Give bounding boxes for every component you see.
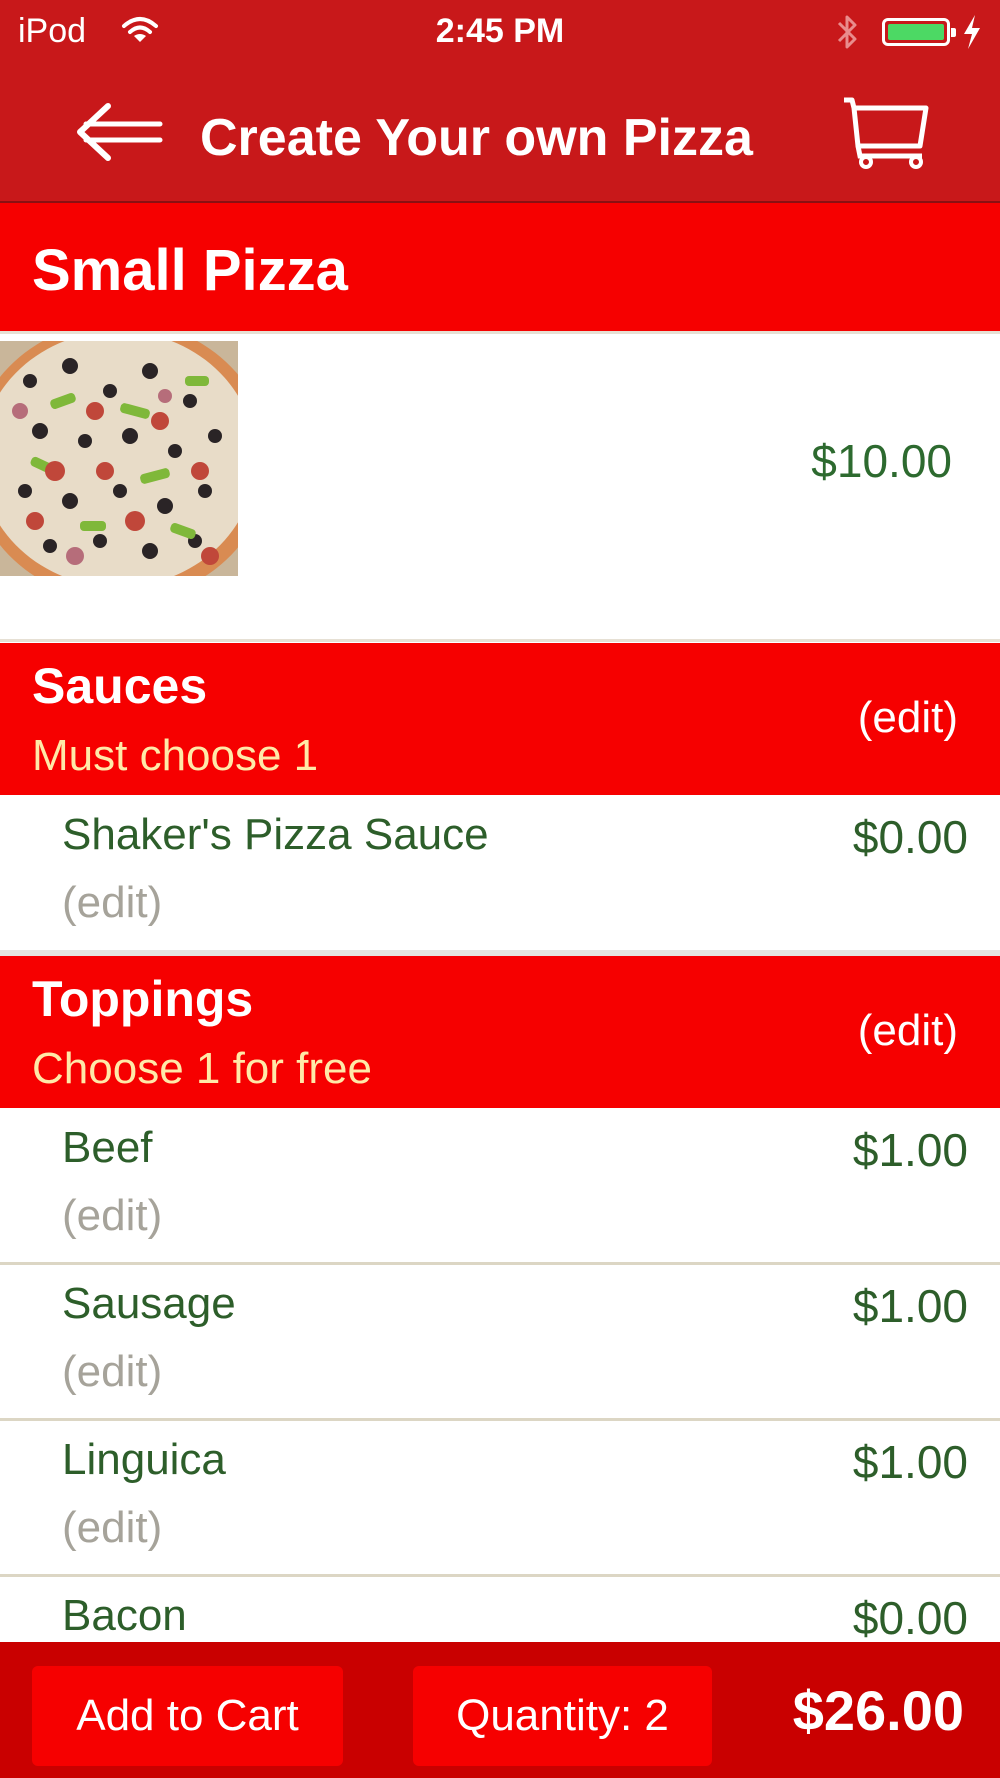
item-price: $0.00 [852, 1592, 968, 1644]
charging-bolt-icon [960, 12, 984, 61]
quantity-button[interactable]: Quantity: 2 [413, 1666, 712, 1766]
item-price: $1.00 [852, 1280, 968, 1332]
pizza-photo [0, 341, 238, 576]
item-label: Sausage [62, 1279, 236, 1328]
add-to-cart-button[interactable]: Add to Cart [32, 1666, 343, 1766]
section-edit-link[interactable]: (edit) [858, 1006, 958, 1056]
item-price: $0.00 [852, 811, 968, 863]
list-item[interactable]: Linguica (edit) $1.00 [0, 1421, 1000, 1577]
item-price: $1.00 [852, 1124, 968, 1176]
list-item[interactable]: Shaker's Pizza Sauce (edit) $0.00 [0, 796, 1000, 948]
section-header-toppings: Toppings Choose 1 for free (edit) [0, 956, 1000, 1108]
section-header-sauces: Sauces Must choose 1 (edit) [0, 643, 1000, 795]
battery-icon [882, 18, 956, 46]
product-price: $10.00 [811, 435, 952, 487]
status-bar: iPod 2:45 PM [0, 0, 1000, 64]
item-edit-link[interactable]: (edit) [62, 878, 162, 928]
section-note: Must choose 1 [32, 731, 319, 780]
section-title: Sauces [32, 658, 208, 714]
list-item[interactable]: Beef (edit) $1.00 [0, 1109, 1000, 1265]
section-edit-link[interactable]: (edit) [858, 693, 958, 743]
cart-icon[interactable] [838, 94, 932, 170]
page-title: Create Your own Pizza [200, 109, 753, 167]
item-label: Bacon [62, 1591, 187, 1640]
top-bar: iPod 2:45 PM Create Your own Pizza [0, 0, 1000, 203]
item-edit-link[interactable]: (edit) [62, 1191, 162, 1241]
order-total: $26.00 [792, 1679, 964, 1742]
item-label: Linguica [62, 1435, 226, 1484]
back-arrow-icon[interactable] [74, 100, 166, 164]
item-label: Shaker's Pizza Sauce [62, 810, 489, 859]
section-title: Toppings [32, 971, 254, 1027]
bluetooth-icon [835, 12, 861, 61]
item-price: $1.00 [852, 1436, 968, 1488]
item-edit-link[interactable]: (edit) [62, 1503, 162, 1553]
product-row: $10.00 [0, 334, 1000, 642]
bottom-bar: Add to Cart Quantity: 2 $26.00 [0, 1642, 1000, 1778]
section-note: Choose 1 for free [32, 1044, 372, 1093]
navigation-bar: Create Your own Pizza [0, 64, 1000, 201]
item-label: Beef [62, 1123, 153, 1172]
list-item[interactable]: Sausage (edit) $1.00 [0, 1265, 1000, 1421]
product-name: Small Pizza [32, 238, 348, 303]
item-edit-link[interactable]: (edit) [62, 1347, 162, 1397]
product-header: Small Pizza [0, 203, 1000, 334]
